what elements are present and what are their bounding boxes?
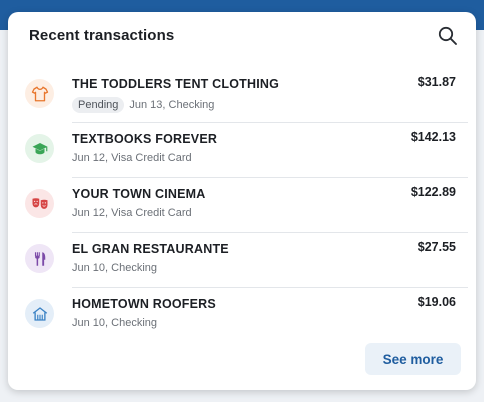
transaction-icon-circle (25, 244, 54, 273)
transaction-detail: Jun 12, Visa Credit Card (72, 207, 192, 219)
transaction-icon-circle (25, 189, 54, 218)
card-title: Recent transactions (29, 27, 175, 44)
transaction-detail: Jun 10, Checking (72, 317, 157, 329)
theater-masks-icon (32, 197, 47, 209)
transaction-row[interactable]: EL GRAN RESTAURANTE Jun 10, Checking $27… (8, 232, 476, 287)
merchant-name: EL GRAN RESTAURANTE (72, 242, 229, 256)
transaction-date-account: Jun 13, Checking (129, 99, 215, 111)
search-button[interactable] (436, 24, 460, 48)
transaction-amount: $122.89 (410, 185, 456, 199)
tshirt-icon (31, 86, 48, 101)
transaction-detail: Jun 10, Checking (72, 262, 157, 274)
graduation-cap-icon (32, 142, 47, 154)
merchant-name: THE TODDLERS TENT CLOTHING (72, 77, 280, 91)
transaction-date-account: Jun 10, Checking (72, 262, 157, 274)
utensils-icon (34, 251, 45, 266)
merchant-name: YOUR TOWN CINEMA (72, 187, 206, 201)
transaction-date-account: Jun 10, Checking (72, 317, 157, 329)
see-more-button[interactable]: See more (365, 343, 461, 375)
merchant-name: TEXTBOOKS FOREVER (72, 132, 218, 146)
search-icon (438, 26, 457, 45)
house-icon (32, 306, 47, 321)
transaction-amount: $142.13 (410, 130, 456, 144)
transaction-row[interactable]: HOMETOWN ROOFERS Jun 10, Checking $19.06 (8, 287, 476, 342)
transaction-date-account: Jun 12, Visa Credit Card (72, 207, 192, 219)
transaction-icon-circle (25, 79, 54, 108)
card-header: Recent transactions (8, 12, 476, 62)
pending-badge: Pending (72, 97, 125, 113)
transaction-row[interactable]: YOUR TOWN CINEMA Jun 12, Visa Credit Car… (8, 177, 476, 232)
transaction-list: THE TODDLERS TENT CLOTHING Pending Jun 1… (8, 67, 476, 342)
transaction-date-account: Jun 12, Visa Credit Card (72, 152, 192, 164)
transaction-amount: $31.87 (417, 75, 456, 89)
transaction-amount: $27.55 (417, 240, 456, 254)
transaction-detail: Jun 12, Visa Credit Card (72, 152, 192, 164)
transaction-detail: Pending Jun 13, Checking (72, 97, 214, 113)
merchant-name: HOMETOWN ROOFERS (72, 297, 216, 311)
transaction-row[interactable]: TEXTBOOKS FOREVER Jun 12, Visa Credit Ca… (8, 122, 476, 177)
transaction-icon-circle (25, 134, 54, 163)
transaction-amount: $19.06 (417, 295, 456, 309)
transaction-icon-circle (25, 299, 54, 328)
recent-transactions-card: Recent transactions THE TODDLERS TENT CL… (8, 12, 476, 390)
transaction-row[interactable]: THE TODDLERS TENT CLOTHING Pending Jun 1… (8, 67, 476, 122)
